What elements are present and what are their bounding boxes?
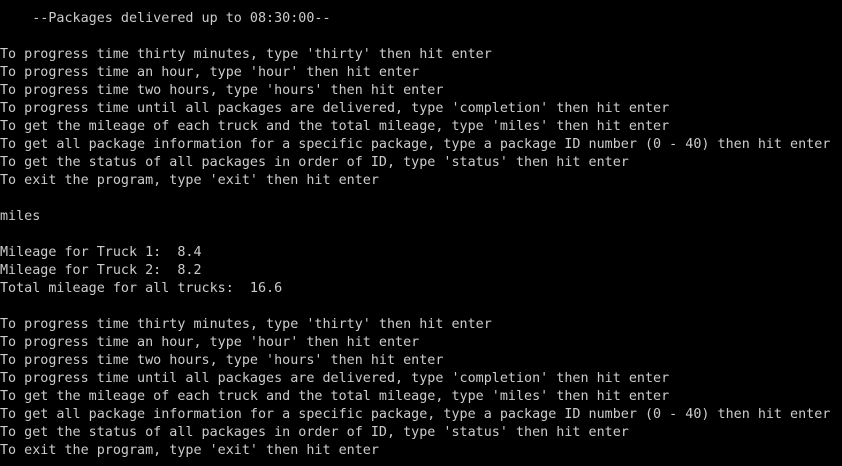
menu-option-package-id: To get all package information for a spe… xyxy=(0,407,831,422)
total-mileage: Total mileage for all trucks: 16.6 xyxy=(0,281,283,296)
menu-option-hour: To progress time an hour, type 'hour' th… xyxy=(0,335,420,350)
menu-option-miles: To get the mileage of each truck and the… xyxy=(0,389,670,404)
truck-2-mileage: Mileage for Truck 2: 8.2 xyxy=(0,263,202,278)
menu-option-thirty: To progress time thirty minutes, type 't… xyxy=(0,317,492,332)
menu-option-completion: To progress time until all packages are … xyxy=(0,101,670,116)
menu-option-status: To get the status of all packages in ord… xyxy=(0,155,629,170)
mileage-output: Mileage for Truck 1: 8.4 Mileage for Tru… xyxy=(0,244,842,298)
menu-option-miles: To get the mileage of each truck and the… xyxy=(0,119,670,134)
menu-option-hour: To progress time an hour, type 'hour' th… xyxy=(0,65,420,80)
menu-option-exit: To exit the program, type 'exit' then hi… xyxy=(0,443,379,458)
menu-option-hours: To progress time two hours, type 'hours'… xyxy=(0,83,444,98)
terminal-window[interactable]: --Packages delivered up to 08:30:00-- To… xyxy=(0,0,842,466)
menu-option-status: To get the status of all packages in ord… xyxy=(0,425,629,440)
truck-1-mileage: Mileage for Truck 1: 8.4 xyxy=(0,245,202,260)
menu-block-1: To progress time thirty minutes, type 't… xyxy=(0,46,842,190)
user-input-line[interactable]: miles xyxy=(0,208,842,226)
menu-option-exit: To exit the program, type 'exit' then hi… xyxy=(0,173,379,188)
menu-option-hours: To progress time two hours, type 'hours'… xyxy=(0,353,444,368)
menu-block-2: To progress time thirty minutes, type 't… xyxy=(0,316,842,460)
menu-option-thirty: To progress time thirty minutes, type 't… xyxy=(0,47,492,62)
menu-option-package-id: To get all package information for a spe… xyxy=(0,137,831,152)
menu-option-completion: To progress time until all packages are … xyxy=(0,371,670,386)
delivery-status-header: --Packages delivered up to 08:30:00-- xyxy=(0,11,331,26)
